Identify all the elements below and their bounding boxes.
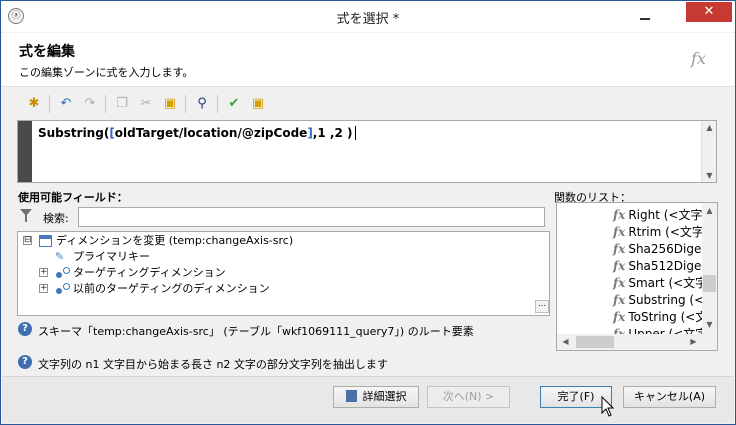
function-label: Smart (<文字 [628, 276, 708, 290]
function-label: Substring (< [628, 293, 705, 307]
link-icon [56, 283, 70, 295]
scroll-right-icon[interactable]: ▶ [686, 337, 701, 346]
key-icon: ✎ [55, 250, 65, 263]
function-icon: fx [613, 208, 626, 222]
function-description: 文字列の n1 文字目から始まる長さ n2 文字の部分文字列を抽出します [38, 358, 388, 371]
function-label: Rtrim (<文字 [628, 225, 704, 239]
fields-label: 使用可能フィールド： [18, 191, 128, 204]
function-item[interactable]: fx Right (<文字 [613, 207, 702, 224]
expression-editor[interactable]: Substring([oldTarget/location/@zipCode],… [17, 120, 717, 183]
redo-icon[interactable]: ↷ [81, 95, 99, 113]
title-bar: ⓐ 式を選択 * ✕ [1, 1, 735, 32]
scroll-left-icon[interactable]: ◀ [558, 337, 573, 346]
function-item[interactable]: fx Rtrim (<文字 [613, 224, 704, 241]
check-syntax-icon[interactable]: ✔ [225, 95, 243, 113]
advanced-selection-button[interactable]: 詳細選択 [333, 386, 419, 408]
function-label: Sha256Dige [628, 242, 702, 256]
cut-icon[interactable]: ✂ [137, 95, 155, 113]
help-icon: ? [18, 322, 32, 336]
dialog-header: 式を編集 この編集ゾーンに式を入力します。 fx [2, 33, 734, 87]
function-label: Sha512Dige [628, 259, 702, 273]
function-label: ToString (<文 [628, 310, 708, 324]
function-icon: fx [613, 259, 626, 273]
scroll-up-icon[interactable]: ▲ [702, 123, 717, 132]
dimension-icon [39, 235, 52, 247]
scroll-thumb[interactable] [576, 336, 614, 348]
new-expression-icon[interactable]: ✱ [25, 95, 43, 113]
function-icon: fx [613, 310, 626, 324]
expression-text[interactable]: Substring([oldTarget/location/@zipCode],… [38, 126, 357, 140]
expression-args: ,1 ,2 ) [312, 126, 353, 140]
function-item[interactable]: fx Substring (< [613, 292, 704, 309]
header-title: 式を編集 [19, 44, 75, 60]
expand-icon[interactable]: + [39, 268, 48, 277]
scroll-thumb[interactable] [703, 275, 716, 292]
expression-field: oldTarget/location/@zipCode [114, 126, 308, 140]
tree-item-label: 以前のターゲティングのディメンション [73, 282, 270, 295]
next-button[interactable]: 次へ(N) > [427, 386, 510, 408]
toolbar-separator [185, 95, 186, 113]
copy-icon[interactable]: ❐ [113, 95, 131, 113]
minimize-icon[interactable] [636, 9, 656, 23]
collapse-icon[interactable]: ⊟ [23, 236, 32, 245]
close-button[interactable]: ✕ [686, 2, 732, 22]
editor-scrollbar[interactable]: ▲ ▼ [701, 121, 716, 182]
scroll-down-icon[interactable]: ▼ [702, 171, 717, 180]
more-options-button[interactable]: ⋯ [535, 300, 549, 313]
text-cursor [355, 126, 357, 140]
tree-item-label: プライマリキー [73, 250, 150, 263]
editor-toolbar: ✱ ↶ ↷ ❐ ✂ ▣ ⚲ ✔ ▣ [17, 91, 717, 117]
tree-item-label: ターゲティングディメンション [73, 266, 226, 279]
expand-icon[interactable]: + [39, 284, 48, 293]
paste-icon[interactable]: ▣ [161, 95, 179, 113]
dialog-footer: 詳細選択 次へ(N) > 完了(F) キャンセル(A) [2, 376, 734, 423]
toolbar-separator [105, 95, 106, 113]
schema-description: スキーマ「temp:changeAxis-src」 (テーブル「wkf10691… [38, 325, 474, 338]
function-list: fx Right (<文字 fx Rtrim (<文字 fx Sha256Dige f… [556, 202, 718, 351]
scroll-up-icon[interactable]: ▲ [702, 206, 717, 215]
dialog-window: ⓐ 式を選択 * ✕ 式を編集 この編集ゾーンに式を入力します。 fx ✱ ↶ … [0, 0, 736, 425]
search-label: 検索: [43, 212, 69, 225]
link-icon [56, 267, 70, 279]
function-item[interactable]: fx ToString (<文 [613, 309, 707, 326]
function-icon: fx [613, 293, 626, 307]
function-item[interactable]: fx Sha256Dige [613, 241, 701, 258]
tree-item-label: ディメンションを変更 (temp:changeAxis-src) [56, 234, 294, 247]
function-label: Right (<文字 [628, 208, 703, 222]
toolbar-separator [217, 95, 218, 113]
editor-gutter [18, 121, 32, 182]
fx-icon: fx [691, 49, 706, 68]
function-item[interactable]: fx Smart (<文字 [613, 275, 707, 292]
clipboard-icon[interactable]: ▣ [249, 95, 267, 113]
function-icon: fx [613, 242, 626, 256]
fields-tree: ⊟ ディメンションを変更 (temp:changeAxis-src) ✎ プライ… [17, 231, 550, 316]
function-icon: fx [613, 225, 626, 239]
undo-icon[interactable]: ↶ [57, 95, 75, 113]
mouse-cursor-icon [601, 396, 615, 417]
scroll-corner [702, 334, 717, 350]
cancel-button[interactable]: キャンセル(A) [623, 386, 716, 408]
help-icon: ? [18, 355, 32, 369]
button-label: 詳細選択 [362, 390, 407, 403]
search-input[interactable] [78, 207, 545, 227]
toolbar-separator [49, 95, 50, 113]
function-item[interactable]: fx Sha512Dige [613, 258, 701, 275]
expression-function: Substring( [38, 126, 110, 140]
scroll-down-icon[interactable]: ▼ [702, 320, 717, 329]
header-subtitle: この編集ゾーンに式を入力します。 [19, 66, 194, 79]
filter-icon [20, 209, 32, 222]
function-list-vscroll[interactable]: ▲ ▼ [702, 203, 717, 334]
function-icon: fx [613, 276, 626, 290]
find-icon[interactable]: ⚲ [193, 95, 211, 113]
details-icon [345, 390, 357, 402]
function-list-hscroll[interactable]: ◀ ▶ [557, 334, 702, 350]
window-title: 式を選択 * [336, 12, 400, 27]
